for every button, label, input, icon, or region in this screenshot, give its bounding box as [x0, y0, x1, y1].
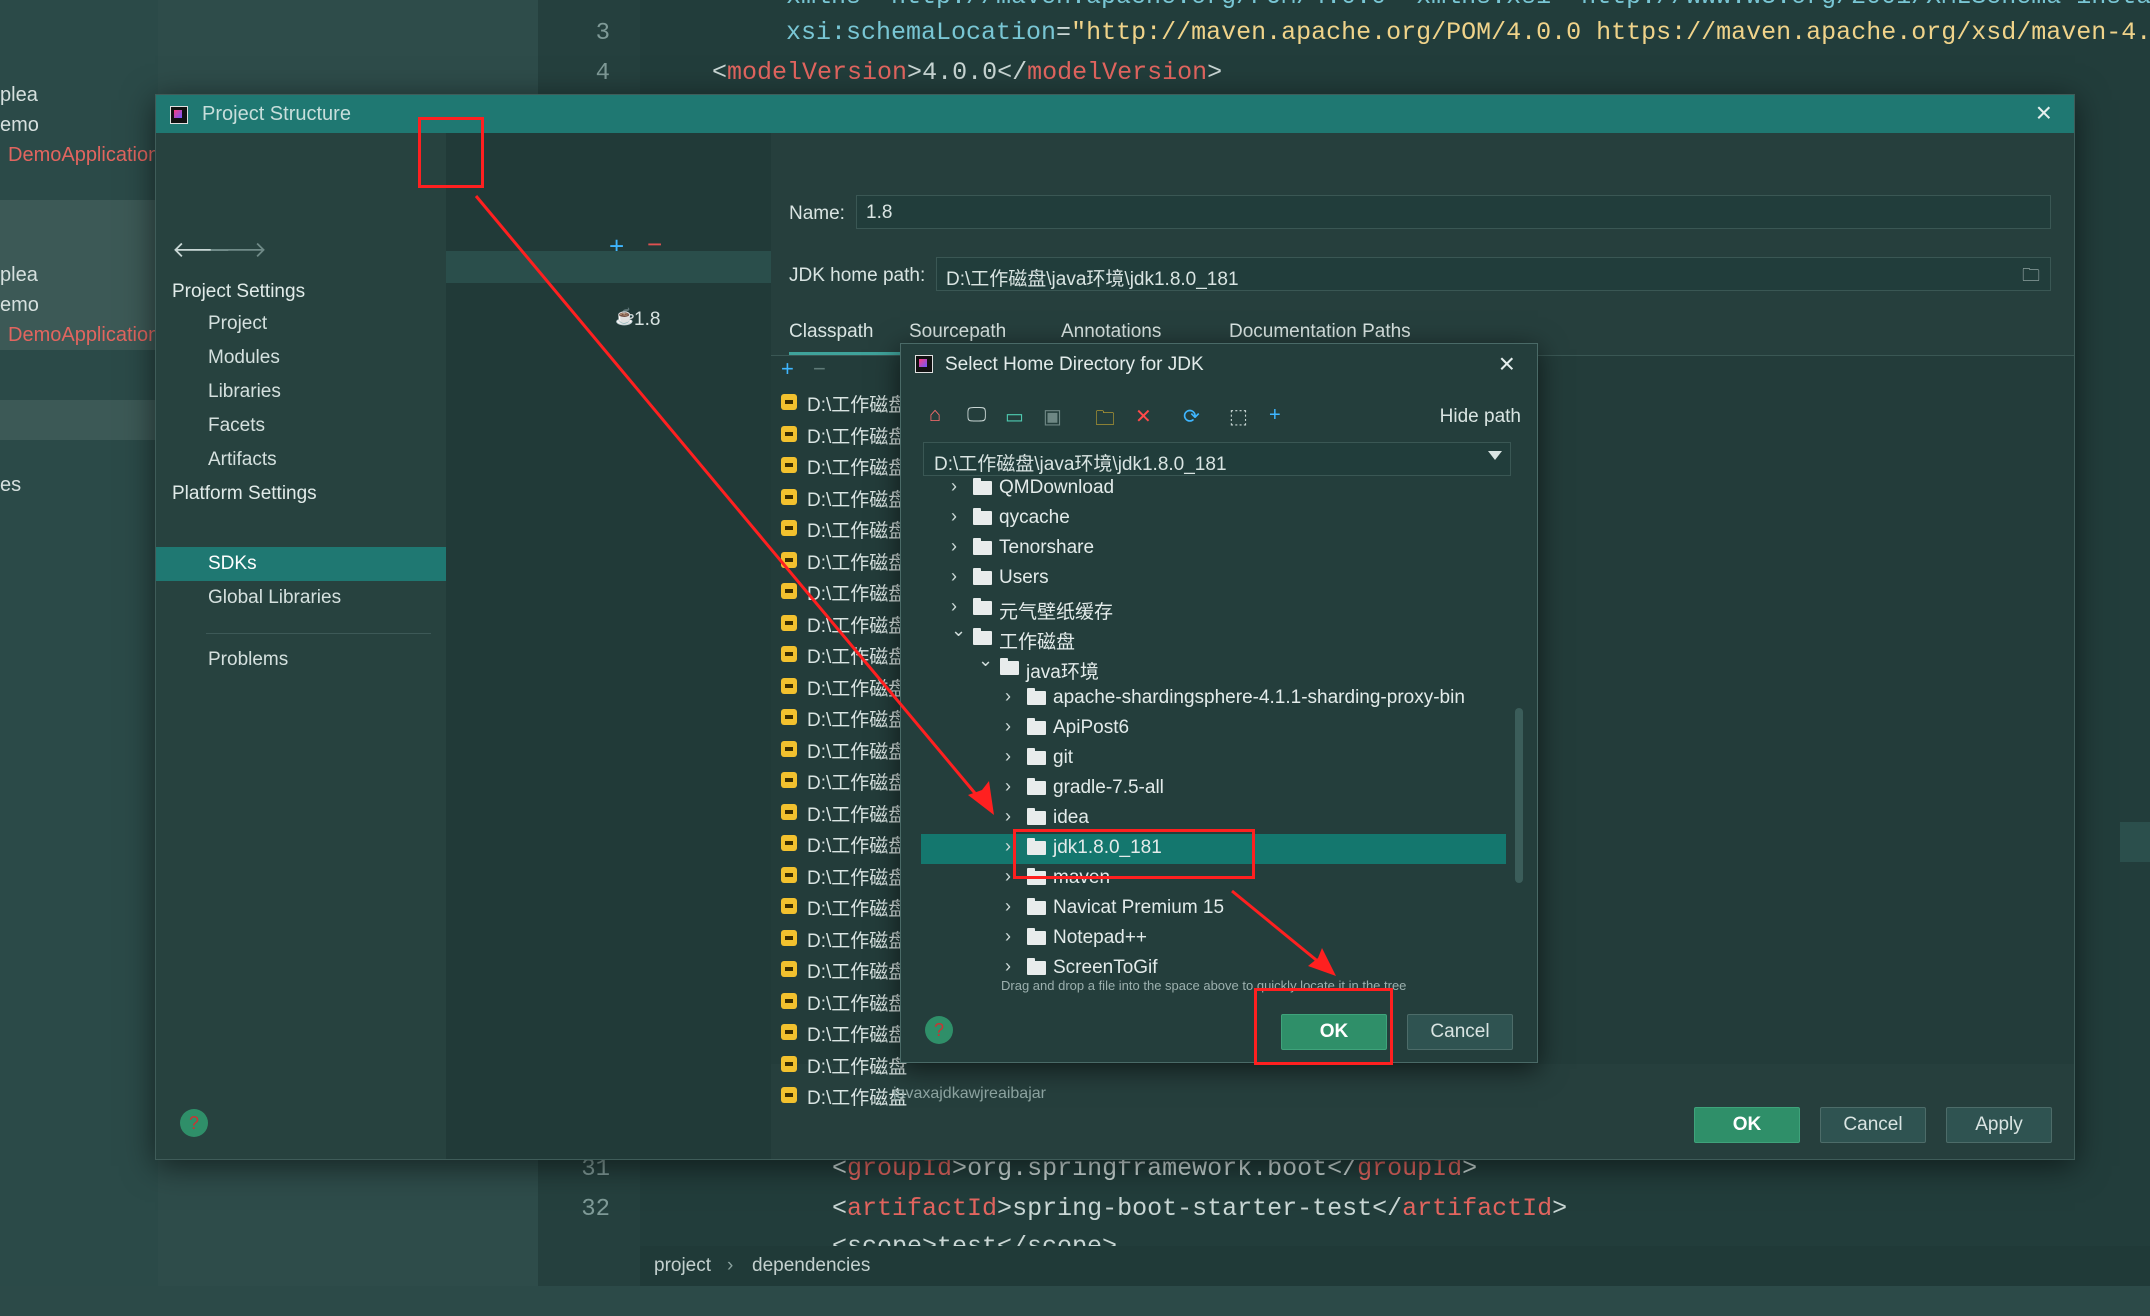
annotation-arrow	[1231, 889, 1327, 970]
annotation-arrowhead	[1308, 948, 1336, 976]
annotation-arrow	[474, 195, 986, 805]
annotation-arrowhead	[968, 781, 994, 815]
annotation-arrows	[474, 195, 1336, 976]
